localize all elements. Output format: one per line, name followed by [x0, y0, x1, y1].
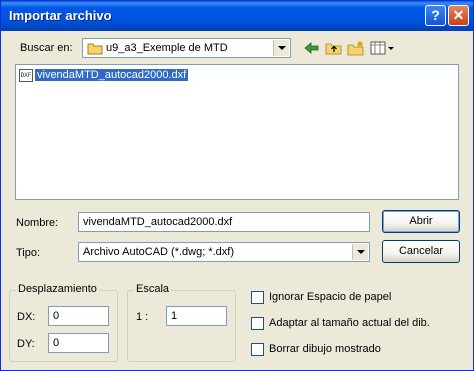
back-arrow-icon[interactable]: [303, 40, 321, 56]
view-menu-icon[interactable]: [370, 40, 396, 56]
help-icon: ?: [431, 7, 440, 23]
clear-drawing-label[interactable]: Borrar dibujo mostrado: [269, 343, 381, 355]
filetype-combo[interactable]: Archivo AutoCAD (*.dwg; *.dxf): [78, 242, 370, 262]
help-button[interactable]: ?: [425, 5, 446, 26]
filename-field[interactable]: vivendaMTD_autocad2000.dxf: [78, 212, 370, 232]
lookin-dropdown-arrow[interactable]: [273, 40, 289, 56]
dx-field[interactable]: 0: [48, 306, 109, 326]
close-icon: ✕: [452, 7, 465, 23]
ignore-paper-space-checkbox[interactable]: [251, 291, 264, 304]
scale-value: 1: [171, 310, 178, 322]
fit-to-drawing-checkbox[interactable]: [251, 317, 264, 330]
close-button[interactable]: ✕: [448, 5, 469, 26]
dy-value: 0: [53, 337, 60, 349]
lookin-label: Buscar en:: [20, 42, 73, 54]
open-button[interactable]: Abrir: [382, 210, 460, 233]
lookin-value: u9_a3_Exemple de MTD: [106, 42, 228, 54]
dx-value: 0: [53, 310, 60, 322]
lookin-combo[interactable]: u9_a3_Exemple de MTD: [82, 38, 291, 58]
filetype-value: Archivo AutoCAD (*.dwg; *.dxf): [83, 246, 235, 258]
dx-label: DX:: [17, 311, 36, 323]
ignore-paper-space-label[interactable]: Ignorar Espacio de papel: [269, 291, 391, 303]
filename-value: vivendaMTD_autocad2000.dxf: [83, 216, 233, 228]
dxf-file-icon: DXF: [19, 69, 33, 82]
dy-field[interactable]: 0: [48, 333, 109, 353]
new-folder-icon[interactable]: [347, 40, 365, 56]
file-name: vivendaMTD_autocad2000.dxf: [35, 69, 189, 81]
up-folder-icon[interactable]: [325, 40, 343, 56]
fit-to-drawing-label[interactable]: Adaptar al tamaño actual del dib.: [269, 317, 430, 329]
dy-label: DY:: [17, 338, 35, 350]
offset-title: Desplazamiento: [16, 283, 99, 295]
offset-group: Desplazamiento DX: 0 DY: 0: [9, 283, 118, 362]
filetype-dropdown-arrow[interactable]: [352, 244, 368, 260]
window-title: Importar archivo: [9, 8, 112, 23]
clear-drawing-checkbox[interactable]: [251, 343, 264, 356]
filetype-label: Tipo:: [16, 247, 41, 259]
scale-field[interactable]: 1: [166, 306, 227, 326]
file-list[interactable]: DXF vivendaMTD_autocad2000.dxf: [15, 64, 459, 200]
scale-group: Escala 1 : 1: [127, 283, 236, 362]
import-file-dialog: Importar archivo ? ✕ Buscar en: u9_a3_Ex…: [0, 0, 474, 371]
filename-label: Nombre:: [16, 217, 59, 229]
cancel-button[interactable]: Cancelar: [382, 240, 460, 263]
title-bar[interactable]: Importar archivo ? ✕: [1, 1, 473, 31]
scale-label: 1 :: [136, 311, 149, 323]
folder-icon: [87, 43, 103, 55]
scale-title: Escala: [134, 283, 172, 295]
